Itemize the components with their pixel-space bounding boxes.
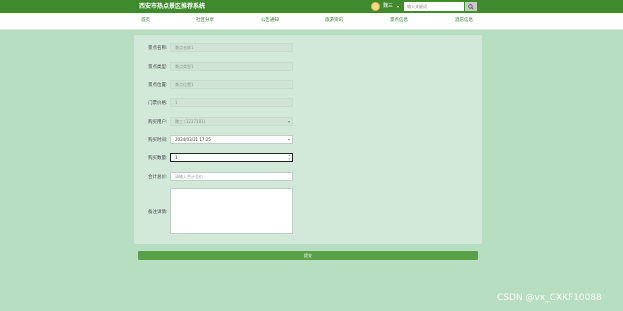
- ticket-price-field[interactable]: 1: [170, 98, 293, 107]
- purchase-time-value: 2024/03/31 17:25: [175, 137, 211, 142]
- nav-home[interactable]: 首页: [141, 18, 150, 24]
- top-bar: 西安市热点景区推荐系统 魏三 ▾ 输入关键词: [0, 0, 623, 13]
- user-avatar[interactable]: [371, 2, 380, 11]
- nav-travel-news[interactable]: 旅游资讯: [325, 18, 343, 24]
- chevron-down-icon[interactable]: ▾: [397, 3, 399, 10]
- nav-community[interactable]: 社区分享: [196, 18, 214, 24]
- search-input[interactable]: 输入关键词: [404, 2, 464, 11]
- order-form-panel: 景点名称: 景点名称1 景点类型: 景点类型1 景点位置: 景点位置1 门票价格…: [134, 35, 482, 244]
- spot-name-field[interactable]: 景点名称1: [170, 43, 293, 52]
- quantity-stepper[interactable]: 1 ▴ ▾: [170, 153, 293, 162]
- stepper-arrows-icon[interactable]: ▴ ▾: [288, 154, 290, 161]
- nav-notices[interactable]: 公告通知: [261, 18, 279, 24]
- quantity-value: 1: [175, 155, 178, 160]
- watermark: CSDN @vx_CXKF10088: [497, 293, 602, 303]
- spot-type-field[interactable]: 景点类型1: [170, 62, 293, 71]
- nav-scenic-spots[interactable]: 景点信息: [390, 18, 408, 24]
- site-title: 西安市热点景区推荐系统: [139, 3, 206, 10]
- spot-location-field[interactable]: 景点位置1: [170, 80, 293, 89]
- user-name[interactable]: 魏三: [383, 3, 393, 10]
- total-price-input[interactable]: 请输入合计总价: [170, 172, 293, 181]
- submit-button[interactable]: 提交: [138, 251, 478, 260]
- chevron-down-icon: ▾: [287, 119, 290, 124]
- search-button[interactable]: [465, 2, 477, 11]
- calendar-dropdown-icon[interactable]: ▾: [288, 136, 290, 143]
- nav-hotels[interactable]: 酒店信息: [455, 18, 473, 24]
- buyer-select-value: 魏三 (1237181): [175, 119, 206, 124]
- main-nav: 首页 社区分享 公告通知 旅游资讯 景点信息 酒店信息: [0, 13, 623, 30]
- purchase-time-field[interactable]: 2024/03/31 17:25 ▾: [170, 135, 293, 144]
- buyer-select[interactable]: 魏三 (1237181) ▾: [170, 117, 293, 126]
- remarks-textarea[interactable]: [170, 188, 293, 234]
- search-icon: [468, 3, 474, 10]
